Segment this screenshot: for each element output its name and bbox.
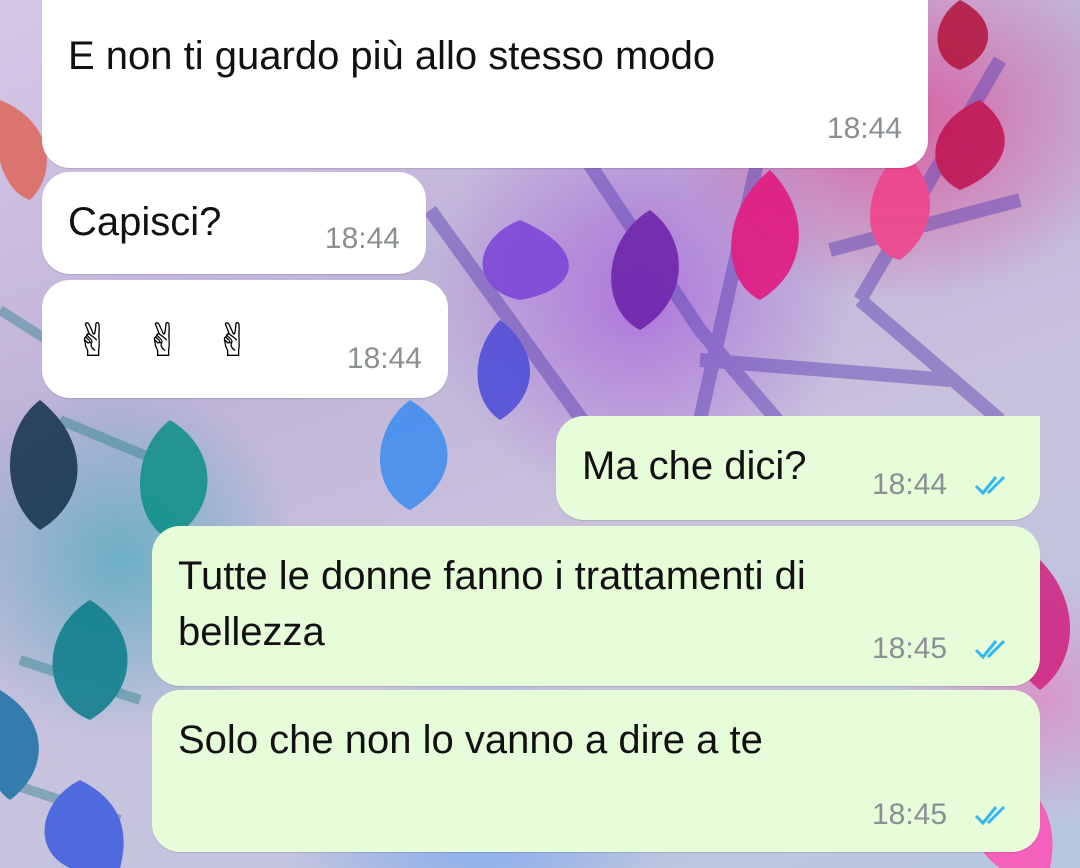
message-timestamp: 18:45 <box>872 798 948 831</box>
victory-hand-icon: ✌ <box>144 313 183 367</box>
message-text: Capisci? <box>68 200 222 244</box>
read-receipt-icon <box>974 639 1006 660</box>
outgoing-message-bubble[interactable]: Ma che dici? 18:44 <box>556 416 1040 520</box>
message-timestamp: 18:44 <box>324 222 400 255</box>
message-text: E non ti guardo più allo stesso modo <box>68 34 716 78</box>
message-text: Ma che dici? <box>582 444 807 488</box>
message-timestamp: 18:45 <box>872 632 948 665</box>
victory-hand-icon: ✌ <box>74 313 113 367</box>
incoming-message-bubble[interactable]: Capisci? 18:44 <box>42 172 426 274</box>
incoming-message-bubble[interactable]: ✌ ✌ ✌ 18:44 <box>42 280 448 398</box>
message-text: Solo che non lo vanno a dire a te <box>178 718 763 762</box>
message-timestamp: 18:44 <box>826 112 902 145</box>
read-receipt-icon <box>974 805 1006 826</box>
incoming-message-bubble[interactable]: E non ti guardo più allo stesso modo 18:… <box>42 0 928 168</box>
victory-hand-icon: ✌ <box>214 313 253 367</box>
outgoing-message-bubble[interactable]: Solo che non lo vanno a dire a te 18:45 <box>152 690 1040 852</box>
outgoing-message-bubble[interactable]: Tutte le donne fanno i trattamenti di be… <box>152 526 1040 686</box>
message-timestamp: 18:44 <box>346 342 422 375</box>
message-timestamp: 18:44 <box>872 468 948 501</box>
message-text: Tutte le donne fanno i trattamenti di be… <box>178 554 806 654</box>
read-receipt-icon <box>974 475 1006 496</box>
